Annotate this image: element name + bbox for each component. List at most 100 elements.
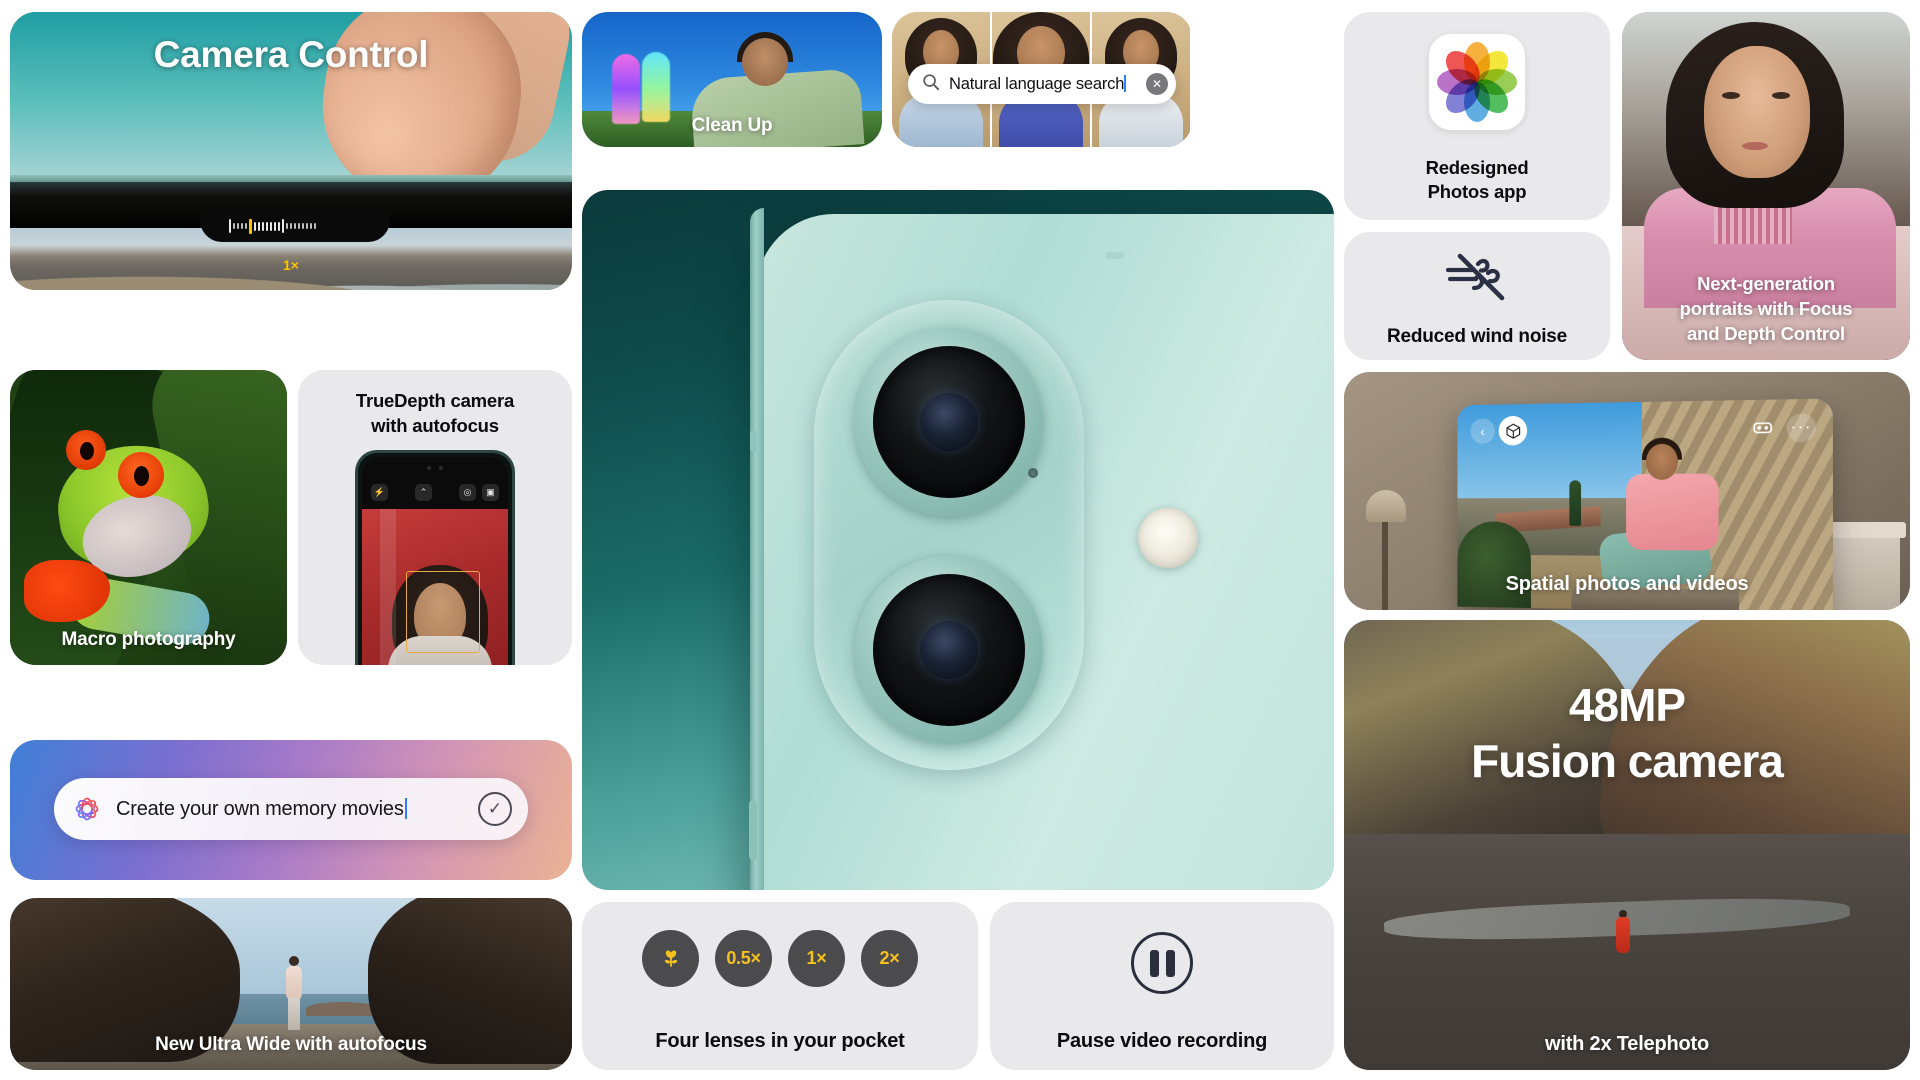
subject-face xyxy=(1645,443,1678,480)
card-natural-language-search[interactable]: Natural language search ✕ xyxy=(892,12,1192,147)
wide-lens-chip[interactable]: 1× xyxy=(788,930,845,987)
card-clean-up[interactable]: Clean Up xyxy=(582,12,882,147)
memory-movies-value: Create your own memory movies xyxy=(116,797,404,820)
card-caption-clean-up: Clean Up xyxy=(691,115,773,136)
card-title-camera-control: Camera Control xyxy=(153,34,429,75)
card-spatial-photos[interactable]: ‹ ··· Spatial photos and videos xyxy=(1344,372,1910,610)
lens-iris xyxy=(920,621,978,679)
lidar-sensor xyxy=(1028,468,1038,478)
pause-circle-icon[interactable] xyxy=(1131,932,1193,994)
portraits-caption-line2: portraits with Focus xyxy=(1679,298,1853,319)
card-memory-movies[interactable]: Create your own memory movies ✓ xyxy=(10,740,572,880)
islet xyxy=(306,1002,378,1016)
volume-buttons[interactable] xyxy=(749,800,757,860)
volume-down-button[interactable] xyxy=(355,539,358,573)
card-pause-video[interactable]: Pause video recording xyxy=(990,902,1334,1070)
power-button[interactable] xyxy=(512,527,515,567)
microphone xyxy=(1106,252,1124,259)
immersive-view-icon[interactable] xyxy=(1749,414,1776,441)
card-fusion-camera[interactable]: 48MP Fusion camera with 2x Telephoto xyxy=(1344,620,1910,1070)
memory-movies-input[interactable]: Create your own memory movies ✓ xyxy=(54,778,528,840)
person xyxy=(286,956,302,1030)
wide-camera-lens xyxy=(855,328,1043,516)
ultrawide-camera-lens xyxy=(855,556,1043,744)
frog-pupil-right xyxy=(134,466,149,486)
more-options-icon[interactable]: ··· xyxy=(1786,413,1817,443)
hiker xyxy=(1616,910,1630,954)
card-caption-four-lenses: Four lenses in your pocket xyxy=(655,1030,905,1052)
fusion-line2: Fusion camera xyxy=(1471,735,1784,787)
card-truedepth-camera[interactable]: TrueDepth camera with autofocus ⚡ ⌃ ◎ ▣ xyxy=(298,370,572,665)
fusion-line1: 48MP xyxy=(1568,679,1686,731)
card-photos-app[interactable]: Redesigned Photos app xyxy=(1344,12,1610,220)
macro-lens-chip[interactable] xyxy=(642,930,699,987)
card-iphone-hero[interactable] xyxy=(582,190,1334,890)
iphone-side-rail xyxy=(750,208,764,890)
phone-screen: ⚡ ⌃ ◎ ▣ xyxy=(362,457,508,665)
subject-shirt xyxy=(1626,473,1719,551)
action-button[interactable] xyxy=(750,430,757,452)
spatial-cube-icon[interactable] xyxy=(1498,415,1528,446)
truedepth-title-line2: with autofocus xyxy=(371,415,499,436)
card-subtitle-fusion: with 2x Telephoto xyxy=(1544,1033,1709,1055)
card-title-truedepth: TrueDepth camera with autofocus xyxy=(298,388,572,438)
zoom-slider[interactable] xyxy=(229,218,353,234)
wind-noise-off-icon xyxy=(1438,248,1516,306)
portraits-caption-line1: Next-generation xyxy=(1697,273,1835,294)
removed-person-1 xyxy=(612,54,640,124)
photos-app-icon[interactable] xyxy=(1429,34,1525,130)
checkmark-circle-icon[interactable]: ✓ xyxy=(478,792,512,826)
face-focus-rectangle xyxy=(406,571,480,653)
photos-flower-glyph xyxy=(1437,42,1517,122)
text-caret xyxy=(1124,74,1127,92)
subject-face xyxy=(1704,46,1810,178)
apple-intelligence-icon xyxy=(72,794,102,824)
search-input[interactable]: Natural language search xyxy=(949,74,1137,94)
camera-module xyxy=(814,300,1084,770)
portraits-caption-line3: and Depth Control xyxy=(1687,323,1845,344)
clear-icon[interactable]: ✕ xyxy=(1146,73,1168,95)
flash-icon xyxy=(1138,508,1198,568)
removed-person-2 xyxy=(642,52,670,122)
aspect-ratio-icon[interactable]: ▣ xyxy=(482,483,499,501)
card-camera-control[interactable]: 1× Camera Control xyxy=(10,12,572,290)
frog-pupil-left xyxy=(80,442,94,460)
lens-glass xyxy=(873,574,1025,726)
live-photo-icon[interactable]: ◎ xyxy=(459,483,476,501)
zoom-level-label: 1× xyxy=(283,257,299,273)
card-caption-portraits: Next-generation portraits with Focus and… xyxy=(1622,271,1910,346)
subject-eye-right xyxy=(1772,92,1790,99)
photos-caption-line2: Photos app xyxy=(1427,181,1527,202)
flower-icon xyxy=(664,950,677,967)
card-portraits[interactable]: Next-generation portraits with Focus and… xyxy=(1622,12,1910,360)
ultrawide-lens-chip[interactable]: 0.5× xyxy=(715,930,772,987)
card-caption-macro: Macro photography xyxy=(61,629,236,650)
flash-icon[interactable]: ⚡ xyxy=(371,483,388,501)
card-caption-spatial: Spatial photos and videos xyxy=(1505,573,1749,595)
volume-up-button[interactable] xyxy=(355,507,358,529)
camera-toolbar: ⚡ ⌃ ◎ ▣ xyxy=(362,479,508,505)
camera-preview xyxy=(362,509,508,665)
photos-caption-line1: Redesigned xyxy=(1425,157,1529,178)
card-wind-noise[interactable]: Reduced wind noise xyxy=(1344,232,1610,360)
lamp-stem xyxy=(1382,522,1388,610)
lens-iris xyxy=(920,393,978,451)
card-caption-wind-noise: Reduced wind noise xyxy=(1386,326,1568,347)
lens-chip-row: 0.5× 1× 2× xyxy=(582,930,978,987)
search-query-value: Natural language search xyxy=(949,74,1125,93)
telephoto-lens-chip[interactable]: 2× xyxy=(861,930,918,987)
card-caption-ultra-wide: New Ultra Wide with autofocus xyxy=(155,1034,427,1055)
search-icon xyxy=(922,73,940,96)
card-four-lenses[interactable]: 0.5× 1× 2× Four lenses in your pocket xyxy=(582,902,978,1070)
feature-grid: 1× Camera Control Macro photography True… xyxy=(0,0,1920,1080)
subject-face xyxy=(742,38,788,86)
cleanup-highlight-overlay xyxy=(612,52,688,124)
search-bar[interactable]: Natural language search ✕ xyxy=(908,64,1176,104)
card-macro-photography[interactable]: Macro photography xyxy=(10,370,287,665)
memory-movies-text: Create your own memory movies xyxy=(116,797,464,821)
card-caption-pause-video: Pause video recording xyxy=(1056,1030,1268,1052)
subject-eye-left xyxy=(1722,92,1740,99)
truedepth-title-line1: TrueDepth camera xyxy=(355,390,515,411)
chevron-up-icon[interactable]: ⌃ xyxy=(415,483,432,501)
card-ultra-wide[interactable]: New Ultra Wide with autofocus xyxy=(10,898,572,1070)
